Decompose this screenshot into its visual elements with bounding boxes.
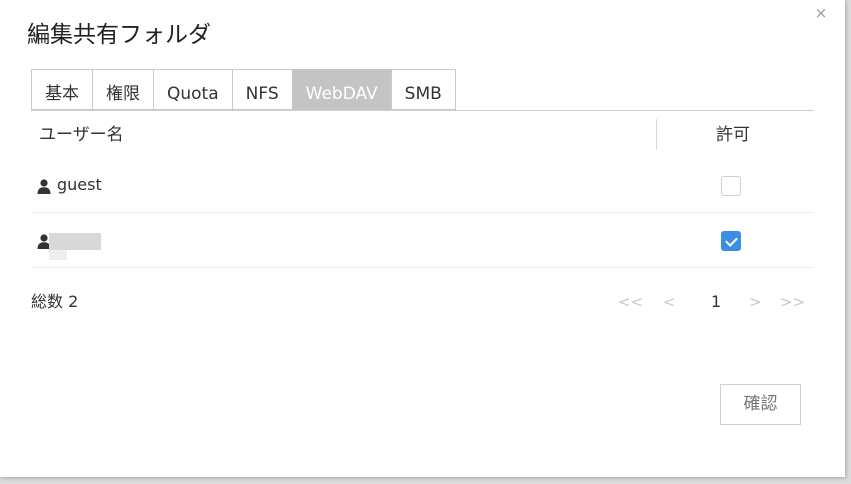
dialog-title: 編集共有フォルダ: [27, 22, 211, 48]
edit-shared-folder-dialog: × 編集共有フォルダ 基本 権限 Quota NFS WebDAV SMB ユー…: [0, 0, 845, 477]
table-row: guest: [31, 158, 814, 213]
table-row: [31, 213, 814, 268]
redacted-username-shadow: [49, 250, 67, 260]
user-icon: [37, 179, 51, 194]
table-header: ユーザー名 許可: [31, 111, 814, 158]
pagination-current-page[interactable]: 1: [711, 291, 721, 313]
tab-webdav[interactable]: WebDAV: [291, 69, 392, 110]
column-divider: [656, 119, 657, 150]
permission-checkbox[interactable]: [721, 231, 741, 251]
tab-quota[interactable]: Quota: [153, 69, 233, 110]
tab-bar: 基本 権限 Quota NFS WebDAV SMB: [31, 69, 456, 111]
pagination-first[interactable]: <<: [618, 291, 643, 313]
pagination-last[interactable]: >>: [780, 291, 805, 313]
tab-smb[interactable]: SMB: [390, 69, 456, 110]
permission-checkbox[interactable]: [721, 176, 741, 196]
total-count: 総数 2: [31, 292, 79, 311]
close-icon[interactable]: ×: [812, 4, 830, 22]
pagination-next[interactable]: >: [749, 291, 762, 313]
tab-nfs[interactable]: NFS: [231, 69, 293, 110]
user-name: guest: [57, 175, 102, 194]
webdav-permission-table: ユーザー名 許可 guest: [31, 111, 814, 268]
confirm-button[interactable]: 確認: [720, 384, 801, 425]
redacted-username: [49, 233, 101, 250]
column-header-username: ユーザー名: [39, 125, 124, 145]
column-header-permission: 許可: [716, 125, 750, 145]
tab-permissions[interactable]: 権限: [92, 69, 154, 110]
tab-basic[interactable]: 基本: [31, 69, 93, 110]
pagination-prev[interactable]: <: [663, 291, 676, 313]
